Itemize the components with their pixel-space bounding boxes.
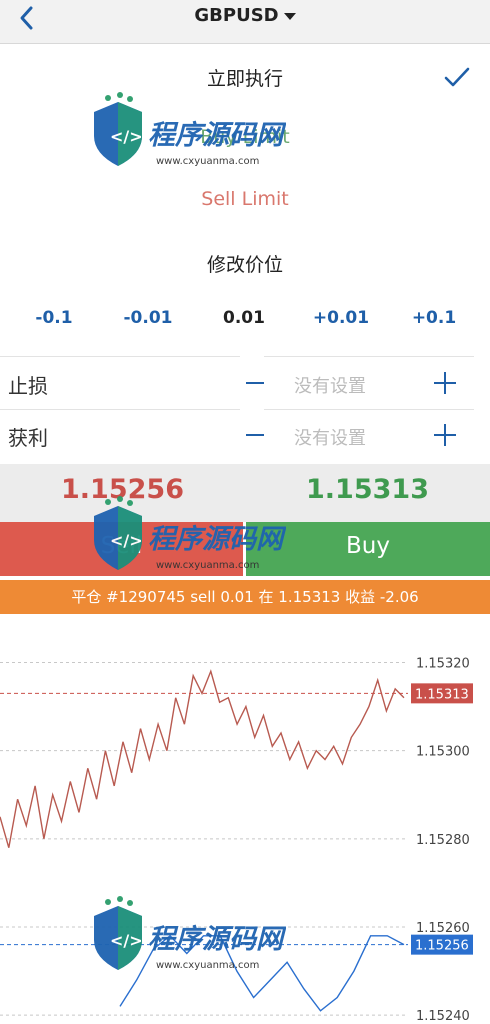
take-profit-minus-button[interactable]	[246, 434, 264, 436]
volume-step-minus-0.01[interactable]: -0.01	[108, 308, 188, 328]
divider	[264, 409, 474, 410]
bid-price-tag: 1.15256	[415, 939, 469, 954]
price-series-line	[0, 669, 405, 848]
checkmark-icon	[444, 67, 470, 87]
svg-text:</>: </>	[110, 531, 143, 550]
volume-value[interactable]: 0.01	[204, 308, 284, 328]
volume-step-plus-0.01[interactable]: +0.01	[301, 308, 381, 328]
take-profit-plus-button[interactable]	[434, 424, 456, 446]
watermark-url: www.cxyuanma.com	[156, 560, 259, 571]
divider	[0, 356, 240, 357]
watermark-text: 程序源码网	[148, 524, 286, 555]
stop-loss-field[interactable]: 没有设置	[294, 372, 366, 398]
watermark-text: 程序源码网	[148, 120, 286, 151]
volume-step-minus-0.1[interactable]: -0.1	[14, 308, 94, 328]
y-tick-label: 1.15240	[416, 1009, 470, 1024]
take-profit-field[interactable]: 没有设置	[294, 424, 366, 450]
caret-down-icon	[283, 12, 296, 20]
y-tick-label: 1.15300	[416, 745, 470, 760]
watermark-url: www.cxyuanma.com	[156, 156, 259, 167]
symbol-selector[interactable]: GBPUSD	[0, 5, 490, 26]
watermark-logo: </> 程序源码网 www.cxyuanma.com	[94, 92, 286, 167]
watermark-url: www.cxyuanma.com	[156, 960, 259, 971]
take-profit-row: 获利 没有设置	[0, 412, 490, 462]
stop-loss-label: 止损	[8, 374, 48, 398]
svg-text:</>: </>	[110, 127, 143, 146]
watermark-logo: </> 程序源码网 www.cxyuanma.com	[94, 896, 286, 971]
watermark-text: 程序源码网	[148, 924, 286, 955]
top-bar: GBPUSD	[0, 0, 490, 44]
take-profit-label: 获利	[8, 426, 48, 450]
symbol-label: GBPUSD	[194, 5, 279, 26]
order-type-market[interactable]: 立即执行	[0, 64, 490, 91]
y-tick-label: 1.15320	[416, 656, 470, 671]
divider	[0, 409, 240, 410]
volume-step-plus-0.1[interactable]: +0.1	[394, 308, 474, 328]
y-tick-label: 1.15280	[416, 833, 470, 848]
order-type-sell-limit[interactable]: Sell Limit	[0, 188, 490, 210]
stop-loss-plus-button[interactable]	[434, 372, 456, 394]
ask-price-tag: 1.15313	[415, 687, 469, 702]
y-tick-label: 1.15260	[416, 921, 470, 936]
svg-text:</>: </>	[110, 931, 143, 950]
divider	[264, 356, 474, 357]
stop-loss-minus-button[interactable]	[246, 382, 264, 384]
watermark-logo: </> 程序源码网 www.cxyuanma.com	[94, 496, 286, 571]
stop-loss-row: 止损 没有设置	[0, 360, 490, 410]
volume-stepper: -0.1 -0.01 0.01 +0.01 +0.1	[0, 308, 490, 342]
order-type-modify[interactable]: 修改价位	[0, 250, 490, 277]
